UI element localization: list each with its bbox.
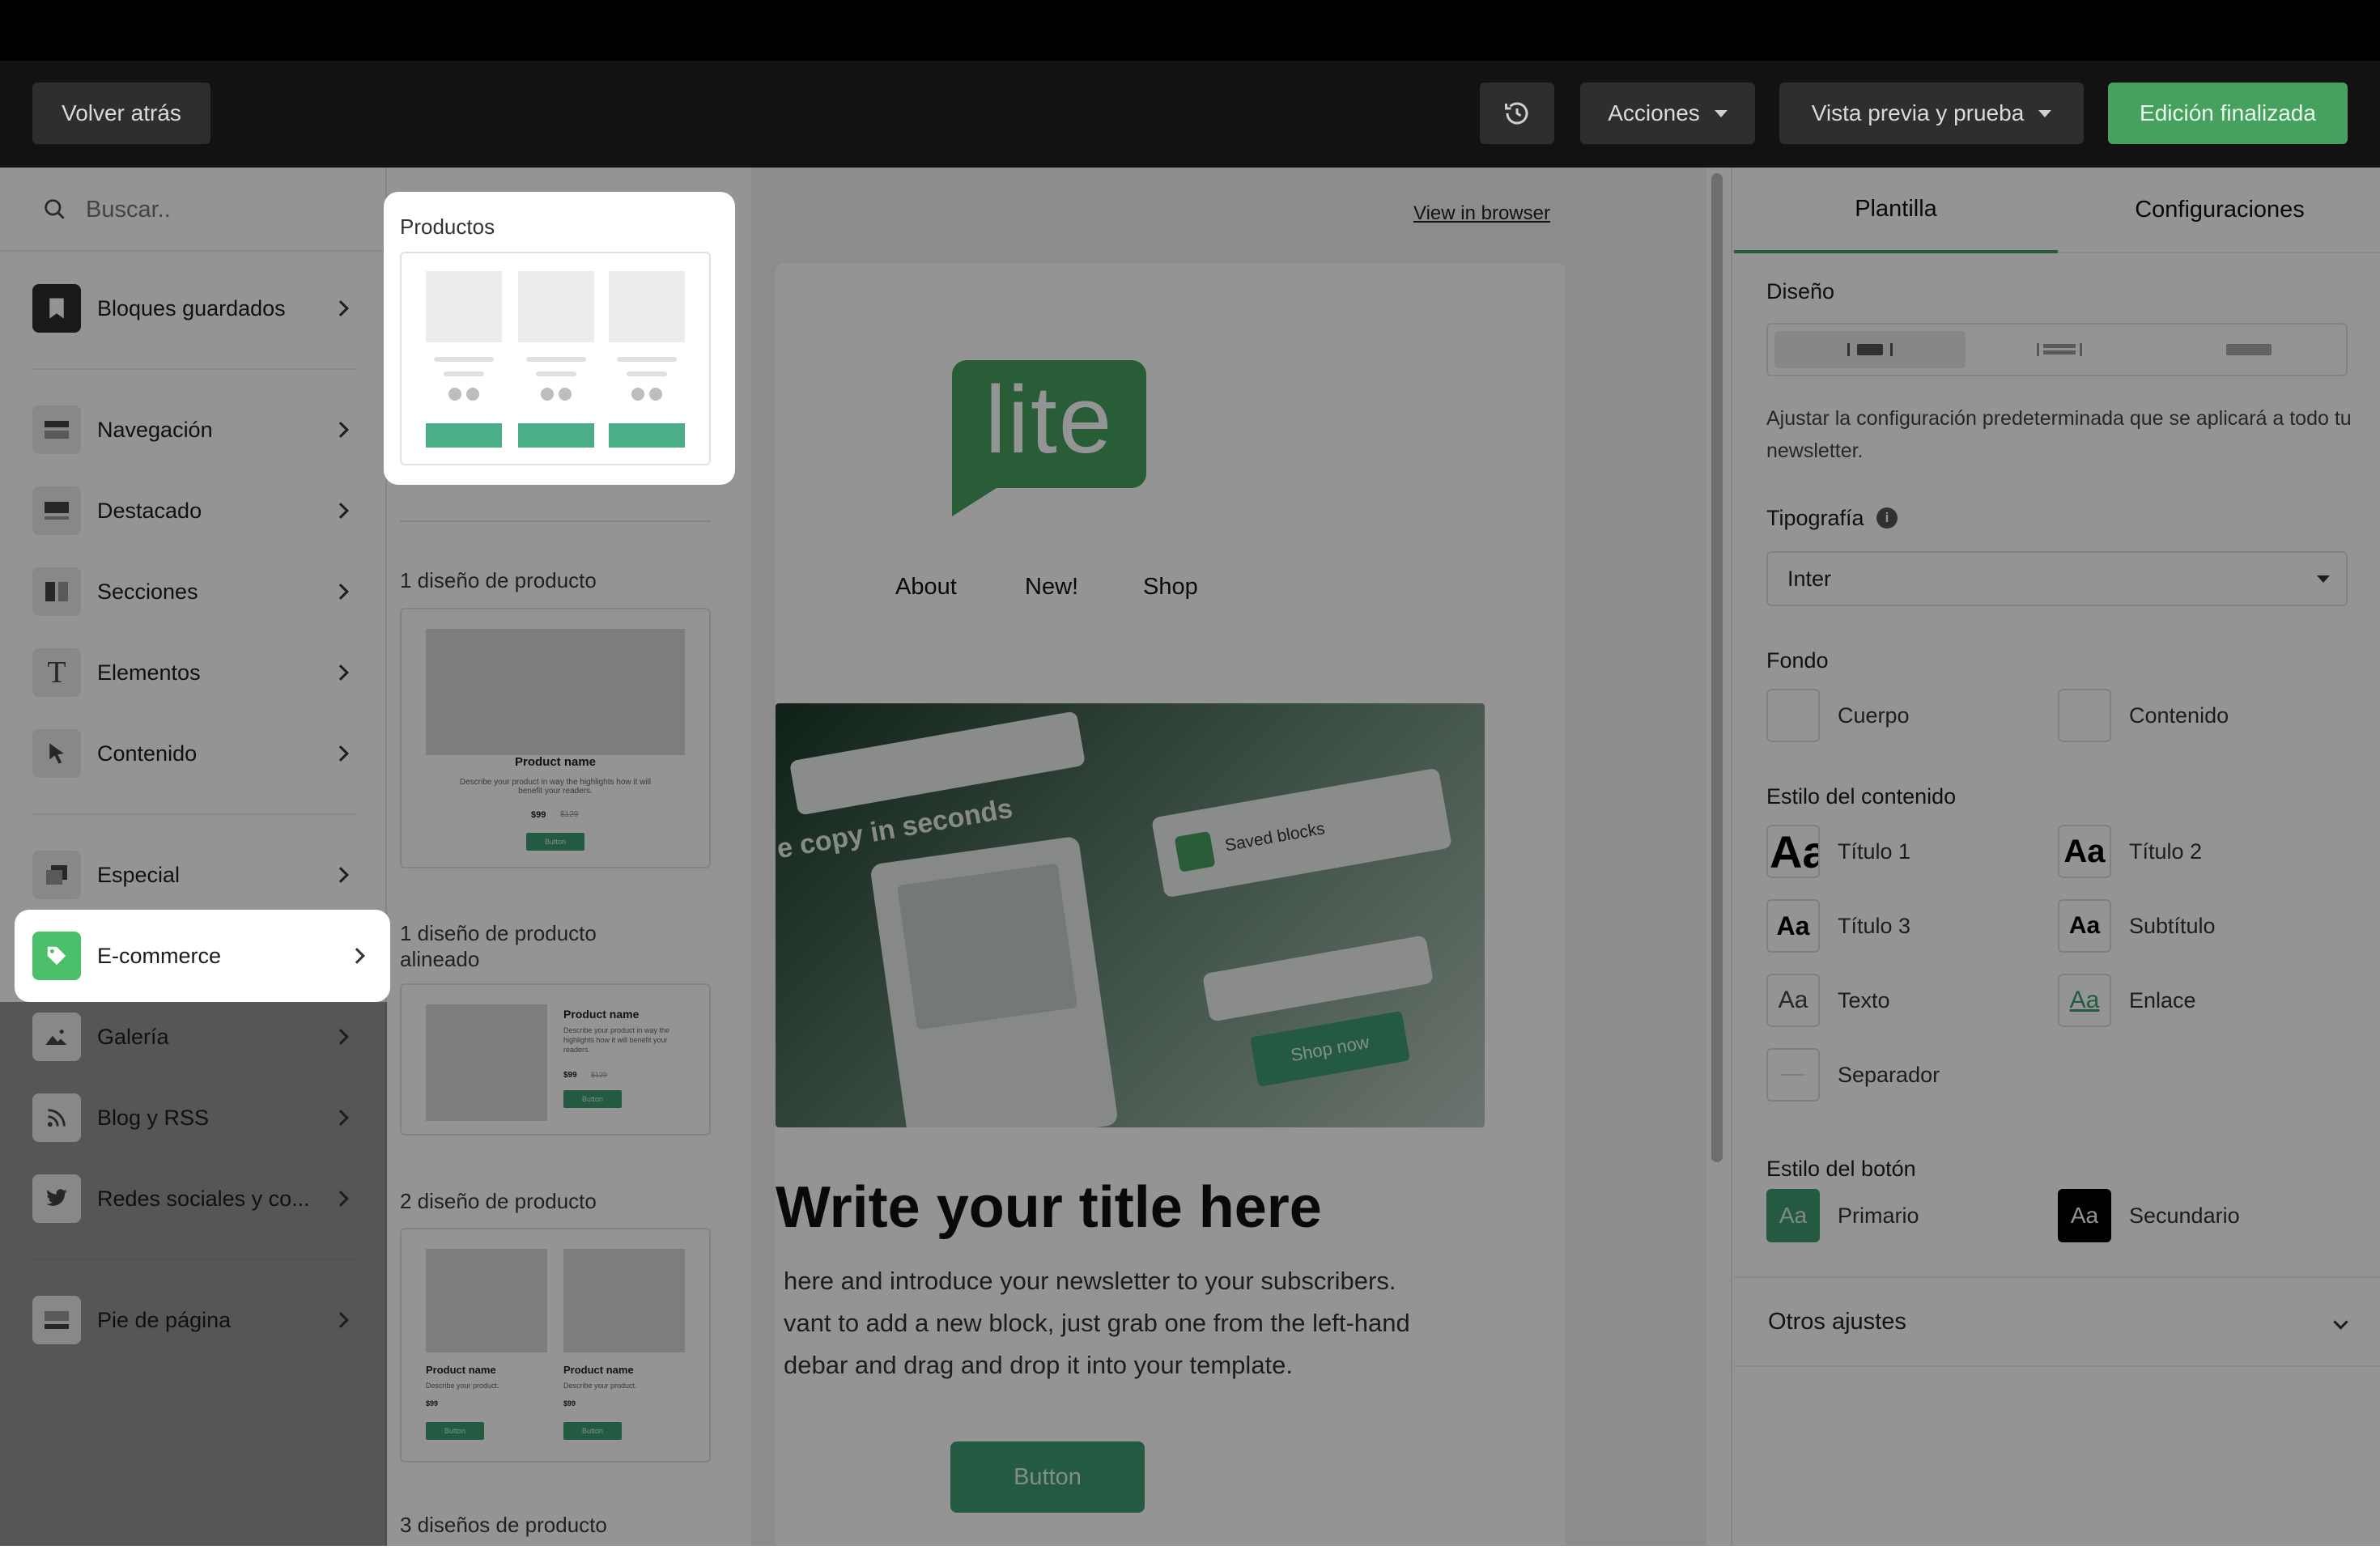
preview-label: Vista previa y prueba — [1811, 100, 2025, 125]
sidebar-item-social[interactable]: Redes sociales y co... — [32, 1174, 356, 1223]
tag-icon — [32, 932, 81, 980]
back-button[interactable]: Volver atrás — [32, 83, 210, 144]
product-image — [609, 271, 685, 342]
chevron-right-icon — [333, 1312, 349, 1328]
price-dot — [448, 388, 461, 401]
sidebar-item-ecommerce[interactable]: E-commerce — [32, 932, 372, 980]
divider — [32, 1259, 356, 1260]
product-button — [609, 423, 685, 448]
image-icon — [32, 1012, 81, 1061]
sidebar-item-gallery[interactable]: Galería — [32, 1012, 356, 1061]
price-dot — [541, 388, 554, 401]
twitter-icon — [32, 1174, 81, 1223]
chevron-right-icon — [333, 1191, 349, 1207]
chevron-right-icon — [333, 1110, 349, 1126]
sidebar-item-label: Pie de página — [97, 1307, 232, 1332]
block-thumb-products[interactable] — [400, 252, 711, 465]
highlight-products: Productos — [384, 192, 735, 485]
product-image — [426, 271, 502, 342]
products-title: Productos — [400, 214, 495, 239]
done-editing-button[interactable]: Edición finalizada — [2108, 83, 2348, 144]
rss-icon — [32, 1093, 81, 1142]
product-button — [426, 423, 502, 448]
history-icon — [1505, 102, 1528, 125]
footer-icon — [32, 1296, 81, 1344]
sidebar-item-blog-rss[interactable]: Blog y RSS — [32, 1093, 356, 1142]
sidebar-item-label: Redes sociales y co... — [97, 1186, 310, 1211]
highlight-ecommerce: E-commerce — [15, 910, 390, 1002]
product-image — [518, 271, 594, 342]
text-line — [434, 357, 494, 362]
price-dot — [649, 388, 662, 401]
text-line — [536, 371, 576, 376]
sidebar-item-label: Galería — [97, 1024, 169, 1049]
product-button — [518, 423, 594, 448]
text-line — [444, 371, 484, 376]
chevron-right-icon — [333, 1029, 349, 1045]
actions-label: Acciones — [1608, 100, 1700, 125]
tutorial-overlay — [0, 168, 2380, 1546]
price-dot — [559, 388, 572, 401]
text-line — [617, 357, 677, 362]
actions-dropdown[interactable]: Acciones — [1580, 83, 1755, 144]
chevron-down-icon — [1714, 109, 1728, 117]
window-top-strip — [0, 0, 2380, 61]
text-line — [627, 371, 667, 376]
preview-dropdown[interactable]: Vista previa y prueba — [1779, 83, 2084, 144]
chevron-down-icon — [2038, 109, 2052, 117]
sidebar-item-label: Blog y RSS — [97, 1105, 210, 1130]
price-dot — [631, 388, 644, 401]
chevron-right-icon — [349, 948, 365, 964]
back-button-label: Volver atrás — [62, 100, 181, 125]
sidebar-item-footer[interactable]: Pie de página — [32, 1296, 356, 1344]
history-button[interactable] — [1480, 83, 1554, 144]
done-editing-label: Edición finalizada — [2140, 100, 2316, 125]
price-dot — [466, 388, 479, 401]
sidebar-item-label: E-commerce — [97, 943, 222, 968]
text-line — [526, 357, 586, 362]
